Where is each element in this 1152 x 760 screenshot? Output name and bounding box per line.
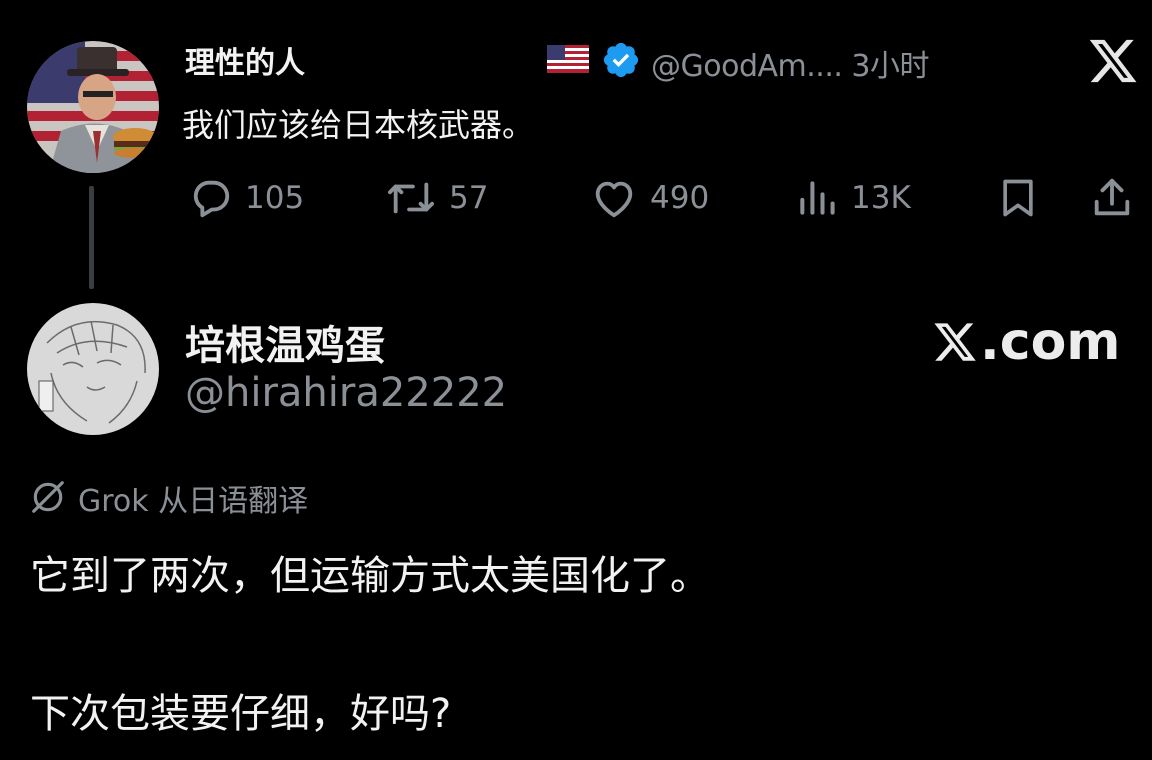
reply-button[interactable]: 105 [187,172,304,224]
translation-label[interactable]: Grok 从日语翻译 [78,476,308,520]
reply-text-paragraph: 下次包装要仔细，好吗? [30,691,452,737]
reply-count: 105 [245,180,305,216]
verified-badge-icon[interactable] [601,40,641,80]
author-handle[interactable]: @hirahira22222 [185,370,507,416]
views-button[interactable]: 13K [795,172,911,224]
handle-and-time[interactable]: @GoodAm.... 3小时 [651,41,930,85]
retweet-icon [387,182,434,214]
avatar[interactable] [27,41,159,173]
heart-icon [595,181,633,218]
retweet-button[interactable]: 57 [385,172,488,224]
grok-icon [29,478,67,516]
like-button[interactable]: 490 [590,172,709,224]
xcom-watermark: .com [932,312,1121,372]
share-button[interactable] [1089,172,1135,224]
avatar-image [27,303,159,435]
thread-connector-line [89,186,94,289]
retweet-count: 57 [449,180,489,216]
watermark-text: .com [980,312,1121,372]
like-count: 490 [650,180,710,216]
author-name[interactable]: 培根温鸡蛋 [185,313,385,371]
view-count: 13K [851,180,911,216]
bookmark-icon [1003,179,1033,217]
x-logo-icon [934,323,976,361]
author-name[interactable]: 理性的人 [185,38,305,82]
bookmark-button[interactable] [996,172,1040,224]
share-icon [1094,178,1130,216]
tweet-text: 我们应该给日本核武器。 [182,106,535,144]
reply-icon [193,180,230,218]
reply-text-paragraph: 它到了两次，但运输方式太美国化了。 [30,553,710,599]
avatar[interactable] [27,303,159,435]
views-chart-icon [800,181,835,215]
avatar-image [27,41,159,173]
x-logo-icon [1087,35,1139,87]
us-flag-icon [547,45,589,73]
